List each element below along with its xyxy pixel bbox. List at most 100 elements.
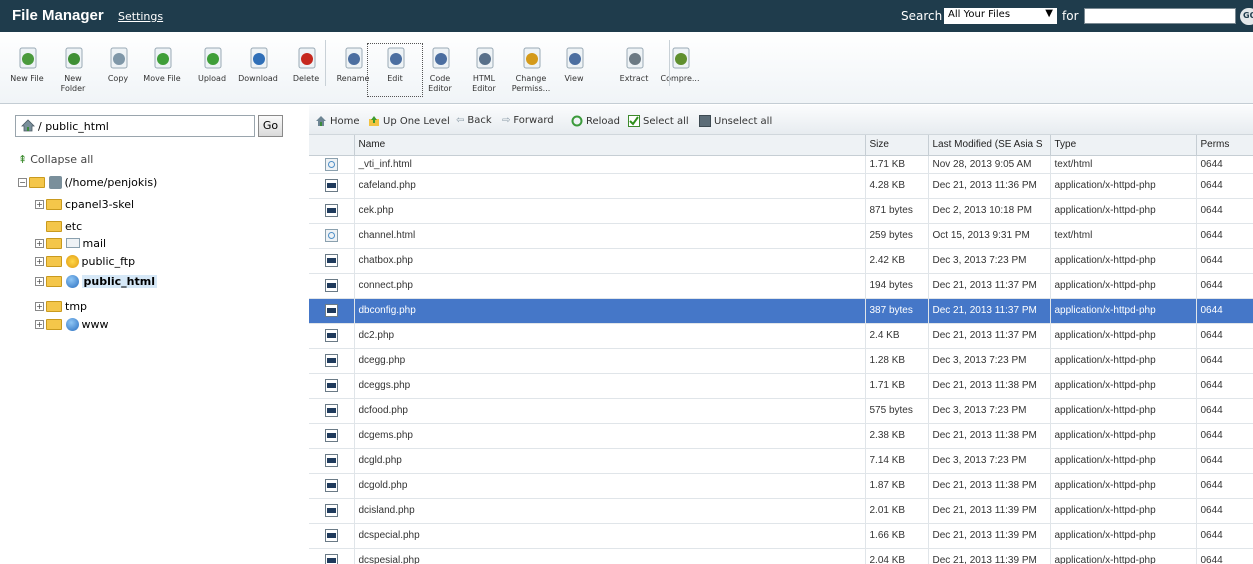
table-row[interactable]: dcgems.php 2.38 KB Dec 21, 2013 11:38 PM ap… [309,423,1253,449]
file-size: 2.38 KB [865,423,929,449]
move-file-icon [154,47,172,69]
permissions-button[interactable]: Change Permiss... [509,47,553,94]
table-row[interactable]: cek.php 871 bytes Dec 2, 2013 10:18 PM appl… [309,198,1253,224]
tree-item-mail[interactable]: + mail [35,236,106,254]
expand-toggle-icon[interactable]: + [35,276,44,286]
code-editor-button[interactable]: Code Editor [418,47,462,94]
table-row[interactable]: chatbox.php 2.42 KB Dec 3, 2013 7:23 PM app… [309,248,1253,274]
reload-button[interactable]: Reload [571,115,620,127]
type-column-header[interactable]: Type [1050,135,1197,156]
unselect-all-button[interactable]: Unselect all [699,115,772,127]
file-modified: Dec 21, 2013 11:39 PM [928,548,1051,564]
search-scope-select[interactable]: All Your Files ▼ [944,8,1057,24]
search-input[interactable] [1084,8,1236,24]
file-type: application/x-httpd-php [1050,373,1197,399]
checkbox-empty-icon [699,115,711,127]
view-button[interactable]: View [552,47,596,84]
file-name: cek.php [354,198,866,224]
table-row[interactable]: _vti_inf.html 1.71 KB Nov 28, 2013 9:05 AM… [309,155,1253,174]
table-row[interactable]: dc2.php 2.4 KB Dec 21, 2013 11:37 PM applic… [309,323,1253,349]
table-row[interactable]: dcgold.php 1.87 KB Dec 21, 2013 11:38 PM ap… [309,473,1253,499]
file-perms: 0644 [1196,398,1253,424]
up-one-level-label: Up One Level [383,116,450,127]
compress-button[interactable]: Compre... [658,47,702,84]
table-row[interactable]: dcspecial.php 1.66 KB Dec 21, 2013 11:39 P… [309,523,1253,549]
tree-item-etc[interactable]: etc [35,219,82,237]
file-name: dceggs.php [354,373,866,399]
html-editor-button[interactable]: HTML Editor [462,47,506,94]
settings-link[interactable]: Settings [118,10,163,23]
tree-item-cpanel3-skel[interactable]: + cpanel3-skel [35,197,134,215]
collapse-all-link[interactable]: ⇞ Collapse all [18,153,93,166]
expand-toggle-icon[interactable]: − [18,177,27,187]
folder-icon [46,318,62,330]
file-icon-cell [309,473,355,499]
file-type: application/x-httpd-php [1050,548,1197,564]
perms-column-header[interactable]: Perms [1196,135,1253,156]
expand-toggle-icon[interactable]: + [35,319,44,329]
php-file-icon [324,329,338,342]
new-folder-icon [65,47,83,69]
file-perms: 0644 [1196,423,1253,449]
tree-item-www[interactable]: + www [35,317,109,335]
file-size: 4.28 KB [865,173,929,199]
select-all-label: Select all [643,116,689,127]
path-input[interactable]: / public_html [15,115,255,137]
table-row[interactable]: channel.html 259 bytes Oct 15, 2013 9:31 P… [309,223,1253,249]
file-perms: 0644 [1196,298,1253,324]
tree-item-public-ftp[interactable]: + public_ftp [35,254,135,272]
table-row[interactable]: dcisland.php 2.01 KB Dec 21, 2013 11:39 PM… [309,498,1253,524]
upload-button[interactable]: Upload [190,47,234,84]
file-type: application/x-httpd-php [1050,448,1197,474]
path-go-button[interactable]: Go [258,115,283,137]
file-perms: 0644 [1196,273,1253,299]
file-type: application/x-httpd-php [1050,423,1197,449]
expand-toggle-icon[interactable]: + [35,301,44,311]
table-row[interactable]: dcgld.php 7.14 KB Dec 3, 2013 7:23 PM appli… [309,448,1253,474]
download-icon [250,47,268,69]
file-icon-cell [309,373,355,399]
new-file-button[interactable]: New File [5,47,49,84]
table-row[interactable]: dcspesial.php 2.04 KB Dec 21, 2013 11:39 P… [309,548,1253,564]
copy-button[interactable]: Copy [96,47,140,84]
forward-button[interactable]: ⇨ Forward [502,115,554,126]
forward-arrow-icon: ⇨ [502,115,511,126]
table-row[interactable]: dcegg.php 1.28 KB Dec 3, 2013 7:23 PM appli… [309,348,1253,374]
tree-item-home-penjokis[interactable]: − (/home/penjokis) [18,175,157,193]
extract-button[interactable]: Extract [612,47,656,84]
table-row[interactable]: cafeland.php 4.28 KB Dec 21, 2013 11:36 PM… [309,173,1253,199]
size-column-header[interactable]: Size [865,135,929,156]
expand-toggle-icon[interactable]: + [35,238,44,248]
file-perms: 0644 [1196,548,1253,564]
search-go-button[interactable]: GO [1240,8,1253,25]
toolbar-label: View [564,74,584,83]
edit-button[interactable]: Edit [367,43,423,97]
tree-item-label: tmp [65,299,88,313]
unselect-all-label: Unselect all [714,116,773,127]
toolbar-label: HTML Editor [472,74,496,93]
select-all-button[interactable]: Select all [628,115,689,127]
up-one-level-button[interactable]: Up One Level [368,115,450,127]
tree-item-tmp[interactable]: + tmp [35,299,87,317]
table-row[interactable]: dcfood.php 575 bytes Dec 3, 2013 7:23 PM ap… [309,398,1253,424]
move-file-button[interactable]: Move File [140,47,184,84]
file-perms: 0644 [1196,323,1253,349]
file-type: application/x-httpd-php [1050,323,1197,349]
expand-toggle-icon[interactable]: + [35,256,44,266]
back-button[interactable]: ⇦ Back [456,115,492,126]
table-row[interactable]: dbconfig.php 387 bytes Dec 21, 2013 11:37 … [309,298,1253,324]
tree-item-public-html[interactable]: + public_html [35,274,157,292]
expand-toggle-icon[interactable]: + [35,199,44,209]
new-folder-button[interactable]: New Folder [51,47,95,94]
delete-button[interactable]: Delete [284,47,328,84]
table-row[interactable]: dceggs.php 1.71 KB Dec 21, 2013 11:38 PM ap… [309,373,1253,399]
tree-item-label: public_html [81,274,157,288]
code-editor-icon [432,47,450,69]
name-column-header[interactable]: Name [354,135,866,156]
download-button[interactable]: Download [236,47,280,84]
modified-column-header[interactable]: Last Modified (SE Asia S [928,135,1051,156]
file-name: dbconfig.php [354,298,866,324]
home-nav-button[interactable]: Home [315,115,360,127]
table-row[interactable]: connect.php 194 bytes Dec 21, 2013 11:37 P… [309,273,1253,299]
file-modified: Dec 21, 2013 11:39 PM [928,498,1051,524]
